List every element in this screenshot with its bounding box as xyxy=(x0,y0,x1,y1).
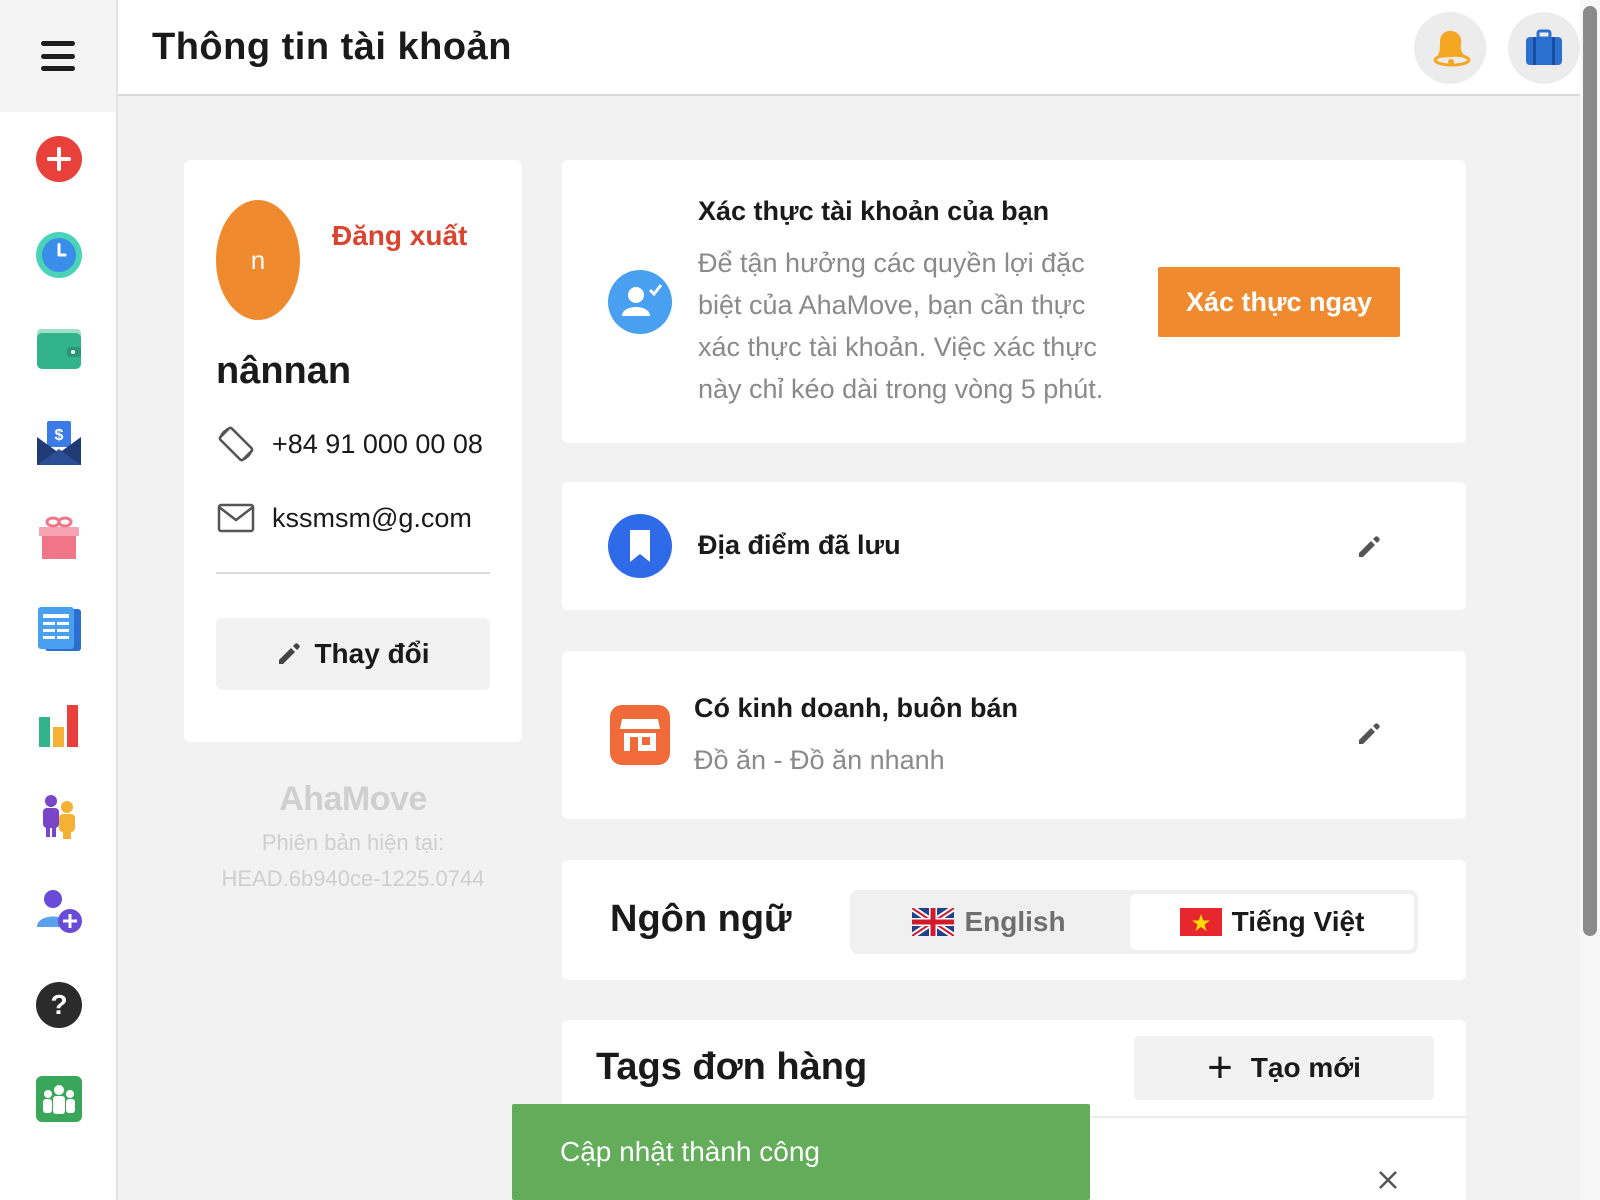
group-icon xyxy=(36,1076,82,1122)
email-address: kssmsm@g.com xyxy=(272,502,472,533)
create-tag-label: Tạo mới xyxy=(1250,1052,1361,1083)
pencil-icon xyxy=(279,643,301,664)
clock-icon xyxy=(36,232,82,278)
brand-logo: AhaMove xyxy=(279,780,427,818)
sidebar-item-help[interactable]: ? xyxy=(34,980,84,1030)
order-tags-title: Tags đơn hàng xyxy=(596,1046,868,1088)
verify-description: Để tận hưởng các quyền lợi đặc biệt của … xyxy=(698,248,1104,404)
app-version-info: AhaMove Phiên bản hiện tại: HEAD.6b940ce… xyxy=(184,780,522,897)
language-vietnamese-label: Tiếng Việt xyxy=(1231,906,1365,937)
sidebar-item-wallet[interactable] xyxy=(34,324,84,374)
phone-row: +84 91 000 00 08 xyxy=(216,424,483,464)
toast-message: Cập nhật thành công xyxy=(560,1136,820,1167)
sidebar-item-add-user[interactable] xyxy=(34,886,84,936)
phone-number: +84 91 000 00 08 xyxy=(272,428,483,459)
add-user-icon xyxy=(37,890,82,933)
verified-user-icon xyxy=(608,270,672,334)
briefcase-icon xyxy=(1526,29,1562,65)
sidebar: $ ? xyxy=(0,0,118,1200)
phone-rotate-icon xyxy=(216,424,256,464)
version-value: HEAD.6b940ce-1225.0744 xyxy=(221,866,485,891)
language-option-english[interactable]: English xyxy=(854,894,1124,950)
user-name: nânnan xyxy=(216,350,352,392)
document-list-icon xyxy=(38,607,81,651)
create-tag-button[interactable]: + Tạo mới xyxy=(1134,1036,1434,1100)
language-card: Ngôn ngữ English Tiếng Việt xyxy=(562,860,1466,980)
verify-account-card: Xác thực tài khoản của bạn Để tận hưởng … xyxy=(562,160,1466,443)
divider xyxy=(216,572,490,574)
page-scrollbar[interactable] xyxy=(1580,0,1600,1200)
pencil-icon xyxy=(1359,723,1380,744)
success-toast: Cập nhật thành công xyxy=(512,1104,1090,1200)
version-label: Phiên bản hiện tại: xyxy=(261,830,445,855)
uk-flag-icon xyxy=(912,908,955,936)
svg-text:?: ? xyxy=(50,989,67,1020)
language-label: Ngôn ngữ xyxy=(610,898,792,940)
svg-text:$: $ xyxy=(55,427,64,444)
sidebar-item-statistics[interactable] xyxy=(34,700,84,750)
hamburger-menu-icon xyxy=(41,41,75,71)
business-card[interactable]: Có kinh doanh, buôn bán Đồ ăn - Đồ ăn nh… xyxy=(562,651,1466,819)
gift-icon xyxy=(39,516,79,559)
bookmark-icon xyxy=(608,514,672,578)
edit-profile-button[interactable]: Thay đổi xyxy=(216,618,490,690)
saved-places-card[interactable]: Địa điểm đã lưu xyxy=(562,482,1466,610)
notification-button[interactable] xyxy=(1414,12,1486,84)
edit-business-button[interactable] xyxy=(1354,719,1384,749)
add-order-icon xyxy=(36,136,82,182)
bell-icon xyxy=(1433,30,1471,67)
hamburger-menu-button[interactable] xyxy=(0,0,116,112)
header: Thông tin tài khoản xyxy=(118,0,1580,96)
edit-saved-places-button[interactable] xyxy=(1354,532,1384,562)
logout-link[interactable]: Đăng xuất xyxy=(332,220,467,252)
saved-places-label: Địa điểm đã lưu xyxy=(698,530,901,560)
business-category: Đồ ăn - Đồ ăn nhanh xyxy=(694,745,945,775)
close-icon xyxy=(1379,1171,1397,1189)
store-icon xyxy=(610,705,670,765)
sidebar-item-community[interactable] xyxy=(34,1074,84,1124)
verify-now-button[interactable]: Xác thực ngay xyxy=(1158,267,1400,337)
sidebar-item-new-order[interactable] xyxy=(34,134,84,184)
bar-chart-icon xyxy=(39,705,78,747)
scrollbar-thumb[interactable] xyxy=(1583,6,1597,936)
profile-card: n Đăng xuất nânnan +84 91 000 00 08 kssm… xyxy=(184,160,522,742)
email-row: kssmsm@g.com xyxy=(216,498,472,538)
close-tag-button[interactable] xyxy=(1376,1168,1400,1192)
briefcase-button[interactable] xyxy=(1508,12,1580,84)
business-title: Có kinh doanh, buôn bán xyxy=(694,693,1018,723)
sidebar-item-history[interactable] xyxy=(34,230,84,280)
language-english-label: English xyxy=(964,906,1066,937)
verify-title: Xác thực tài khoản của bạn xyxy=(698,196,1050,226)
sidebar-item-promotion[interactable] xyxy=(34,512,84,562)
sidebar-item-payment[interactable]: $ xyxy=(34,418,84,468)
language-toggle[interactable]: English Tiếng Việt xyxy=(850,890,1418,954)
vietnam-flag-icon xyxy=(1179,908,1222,936)
money-envelope-icon: $ xyxy=(37,421,81,465)
page-title: Thông tin tài khoản xyxy=(152,26,512,68)
edit-profile-label: Thay đổi xyxy=(314,638,430,669)
mail-icon xyxy=(216,498,256,538)
pencil-icon xyxy=(1359,536,1380,557)
people-icon xyxy=(43,795,75,839)
wallet-icon xyxy=(37,329,81,369)
sidebar-item-orders[interactable] xyxy=(34,604,84,654)
help-icon: ? xyxy=(36,982,82,1028)
language-option-vietnamese[interactable]: Tiếng Việt xyxy=(1130,894,1414,950)
plus-icon: + xyxy=(1207,1043,1233,1092)
sidebar-item-referral[interactable] xyxy=(34,792,84,842)
avatar[interactable]: n xyxy=(216,200,300,320)
